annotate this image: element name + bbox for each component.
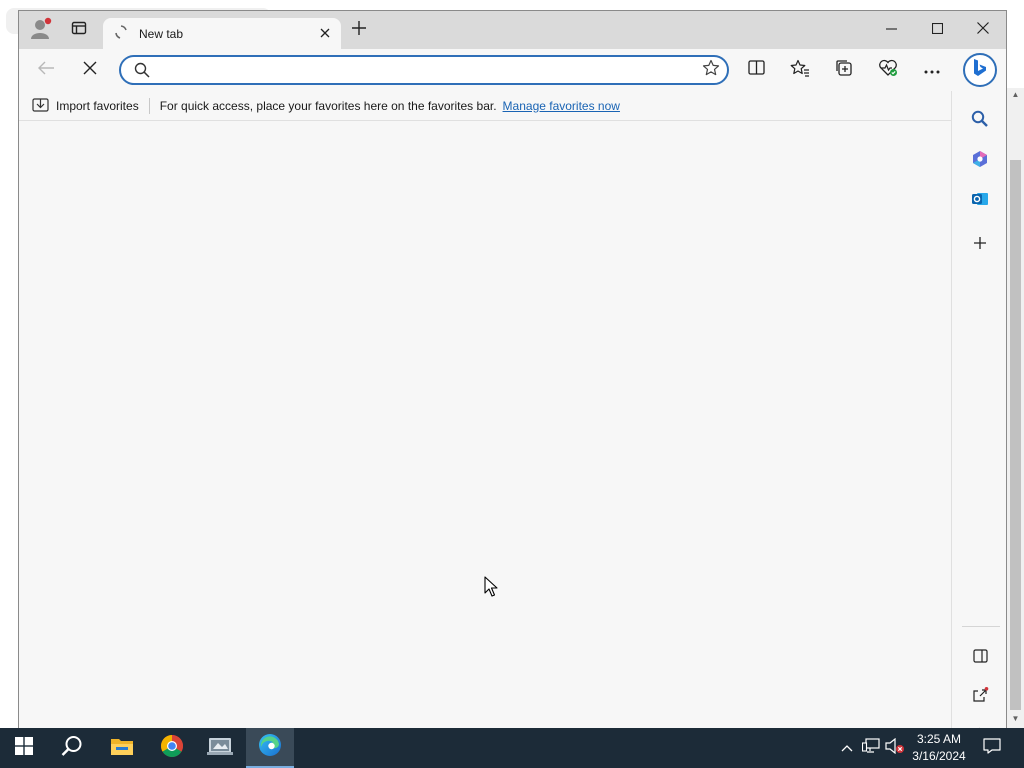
notifications-icon (983, 737, 1001, 759)
bing-chat-icon (971, 58, 989, 83)
windows-taskbar: 3:25 AM 3/16/2024 (0, 728, 1024, 768)
open-in-window-button[interactable] (964, 682, 996, 714)
manage-favorites-link[interactable]: Manage favorites now (503, 99, 620, 113)
address-input[interactable] (157, 58, 695, 82)
app-icon (207, 735, 233, 762)
background-scrollbar-thumb[interactable] (1010, 160, 1021, 710)
back-button[interactable] (29, 53, 63, 87)
tab-title: New tab (139, 26, 184, 41)
file-explorer-button[interactable] (98, 728, 146, 768)
windows-start-icon (15, 736, 33, 760)
star-icon (702, 59, 720, 82)
browser-essentials-icon (878, 59, 898, 82)
profile-button[interactable] (25, 11, 57, 49)
clock-date: 3/16/2024 (912, 749, 966, 763)
edge-icon (258, 733, 282, 762)
navigation-toolbar (19, 49, 1006, 91)
search-icon (127, 62, 157, 78)
more-icon (924, 61, 940, 79)
minimize-icon (885, 21, 897, 39)
minimize-button[interactable] (868, 11, 914, 49)
network-icon (861, 737, 880, 759)
stop-icon (83, 61, 97, 80)
outlook-icon (971, 190, 989, 213)
close-icon (320, 25, 330, 43)
search-icon (61, 735, 83, 762)
new-tab-button[interactable] (344, 11, 374, 49)
browser-essentials-button[interactable] (871, 53, 905, 87)
sidebar-add-button[interactable] (964, 229, 996, 261)
sidebar-copilot-button[interactable] (964, 145, 996, 177)
copilot-icon (971, 150, 989, 173)
close-icon (977, 21, 989, 39)
sidebar-settings-button[interactable] (964, 720, 996, 728)
split-screen-button[interactable] (739, 53, 773, 87)
page-content (19, 122, 951, 728)
plus-icon (351, 20, 367, 41)
chrome-icon (160, 734, 184, 763)
close-window-button[interactable] (960, 11, 1006, 49)
favorites-icon (790, 59, 810, 82)
chrome-button[interactable] (148, 728, 196, 768)
scroll-up-icon[interactable]: ▲ (1007, 88, 1024, 102)
notifications-button[interactable] (976, 728, 1008, 768)
sidebar-toggle-button[interactable] (964, 642, 996, 674)
volume-button[interactable] (883, 728, 907, 768)
collections-icon (835, 59, 853, 82)
stop-loading-button[interactable] (73, 53, 107, 87)
add-favorite-button[interactable] (695, 59, 727, 82)
favorites-button[interactable] (783, 53, 817, 87)
background-window-edge (0, 40, 18, 728)
import-icon (32, 97, 49, 115)
import-favorites-button[interactable]: Import favorites (32, 97, 139, 115)
sidebar-outlook-button[interactable] (964, 185, 996, 217)
more-options-button[interactable] (915, 53, 949, 87)
search-icon (971, 110, 989, 133)
tab-actions-icon (71, 20, 87, 41)
import-favorites-label: Import favorites (56, 98, 139, 113)
divider (148, 97, 150, 114)
edge-button[interactable] (246, 728, 294, 768)
back-icon (37, 60, 55, 81)
address-bar[interactable] (119, 55, 729, 85)
collections-button[interactable] (827, 53, 861, 87)
volume-muted-icon (885, 737, 905, 759)
loading-icon (113, 25, 129, 42)
favorites-bar-message: For quick access, place your favorites h… (159, 98, 497, 113)
browser-window: New tab Import favorites For quick acces… (18, 10, 1007, 728)
bing-chat-button[interactable] (963, 53, 997, 87)
divider (962, 626, 1000, 627)
file-explorer-icon (110, 736, 134, 761)
tab-strip: New tab (19, 11, 1006, 49)
start-button[interactable] (0, 728, 48, 768)
profile-icon (30, 16, 52, 45)
open-external-icon (971, 686, 989, 710)
tab-new-tab[interactable]: New tab (103, 18, 341, 49)
maximize-button[interactable] (914, 11, 960, 49)
show-hidden-icons-button[interactable] (837, 728, 857, 768)
clock-time: 3:25 AM (916, 732, 962, 746)
scroll-down-icon[interactable]: ▼ (1007, 712, 1024, 726)
split-screen-icon (747, 60, 765, 80)
maximize-icon (931, 21, 943, 39)
tab-actions-button[interactable] (65, 11, 93, 49)
taskbar-app-button[interactable] (196, 728, 244, 768)
network-button[interactable] (859, 728, 883, 768)
chevron-up-icon (841, 739, 853, 757)
taskbar-search-button[interactable] (48, 728, 96, 768)
edge-sidebar (951, 91, 1006, 728)
favorites-bar: Import favorites For quick access, place… (19, 91, 951, 121)
tab-close-button[interactable] (313, 22, 337, 46)
sidebar-search-button[interactable] (964, 105, 996, 137)
plus-icon (973, 236, 987, 255)
sidebar-toggle-icon (972, 648, 988, 668)
system-clock[interactable]: 3:25 AM 3/16/2024 (906, 731, 972, 765)
mouse-cursor (484, 576, 498, 603)
